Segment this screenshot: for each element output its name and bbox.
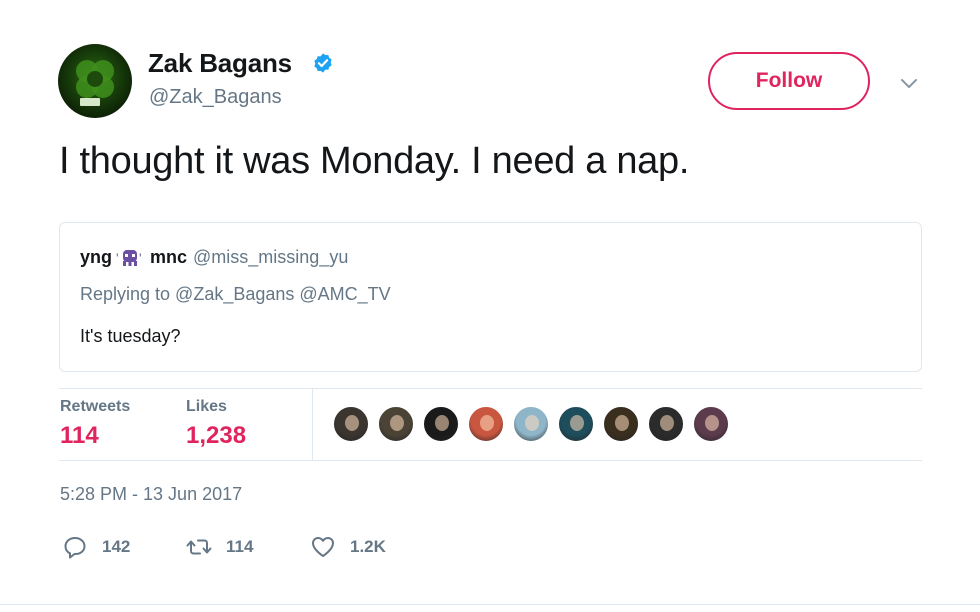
stats-divider bbox=[312, 389, 313, 461]
divider-bottom bbox=[59, 460, 922, 461]
reply-count: 142 bbox=[102, 537, 131, 556]
reply-action[interactable]: 142 bbox=[62, 534, 130, 560]
avatar-9[interactable] bbox=[692, 405, 730, 443]
quoted-author-name-part1: yng bbox=[80, 246, 113, 267]
avatar-7[interactable] bbox=[602, 405, 640, 443]
avatar-5[interactable] bbox=[512, 405, 550, 443]
replying-to-text: Replying to @Zak_Bagans @AMC_TV bbox=[80, 284, 391, 304]
tweet-card: Zak Bagans @Zak_Bagans Follow I thought … bbox=[0, 0, 980, 612]
retweets-count[interactable]: 114 bbox=[60, 422, 99, 450]
quoted-author-handle: @miss_missing_yu bbox=[193, 246, 349, 267]
like-action[interactable]: 1.2K bbox=[310, 534, 386, 560]
retweet-icon bbox=[186, 539, 212, 555]
quoted-tweet-header: yng ' ' mnc @miss_missing_yu bbox=[80, 246, 348, 268]
divider-top bbox=[59, 388, 922, 389]
retweet-count: 114 bbox=[226, 537, 254, 556]
avatar-4[interactable] bbox=[467, 405, 505, 443]
clover-logo-icon bbox=[76, 60, 114, 98]
avatar-1[interactable] bbox=[332, 405, 370, 443]
reply-icon bbox=[64, 537, 86, 559]
avatar-2[interactable] bbox=[377, 405, 415, 443]
follow-button[interactable]: Follow bbox=[708, 52, 870, 110]
bottom-divider bbox=[0, 604, 980, 605]
quoted-author-name-part2: mnc bbox=[150, 246, 188, 267]
chevron-down-icon[interactable] bbox=[898, 72, 920, 94]
svg-text:': ' bbox=[139, 250, 142, 266]
author-avatar[interactable] bbox=[58, 44, 132, 118]
avatar-6[interactable] bbox=[557, 405, 595, 443]
tweet-text: I thought it was Monday. I need a nap. bbox=[59, 140, 690, 182]
svg-text:': ' bbox=[116, 250, 119, 266]
quoted-tweet[interactable]: yng ' ' mnc @miss_missing_yu Replying to… bbox=[59, 222, 922, 372]
author-name[interactable]: Zak Bagans bbox=[148, 48, 292, 79]
verified-badge-icon bbox=[314, 53, 332, 73]
author-handle[interactable]: @Zak_Bagans bbox=[149, 86, 282, 109]
like-count: 1.2K bbox=[350, 537, 386, 556]
retweets-label[interactable]: Retweets bbox=[60, 398, 130, 416]
tv-logo-icon bbox=[80, 98, 100, 106]
tweet-timestamp[interactable]: 5:28 PM - 13 Jun 2017 bbox=[60, 484, 242, 505]
retweet-action[interactable]: 114 bbox=[186, 534, 253, 560]
heart-icon bbox=[312, 537, 334, 557]
quoted-tweet-text: It's tuesday? bbox=[80, 326, 181, 346]
avatar-3[interactable] bbox=[422, 405, 460, 443]
likes-count[interactable]: 1,238 bbox=[186, 422, 246, 450]
avatar-8[interactable] bbox=[647, 405, 685, 443]
alien-monster-icon: ' ' bbox=[116, 246, 146, 268]
likes-label[interactable]: Likes bbox=[186, 398, 227, 416]
